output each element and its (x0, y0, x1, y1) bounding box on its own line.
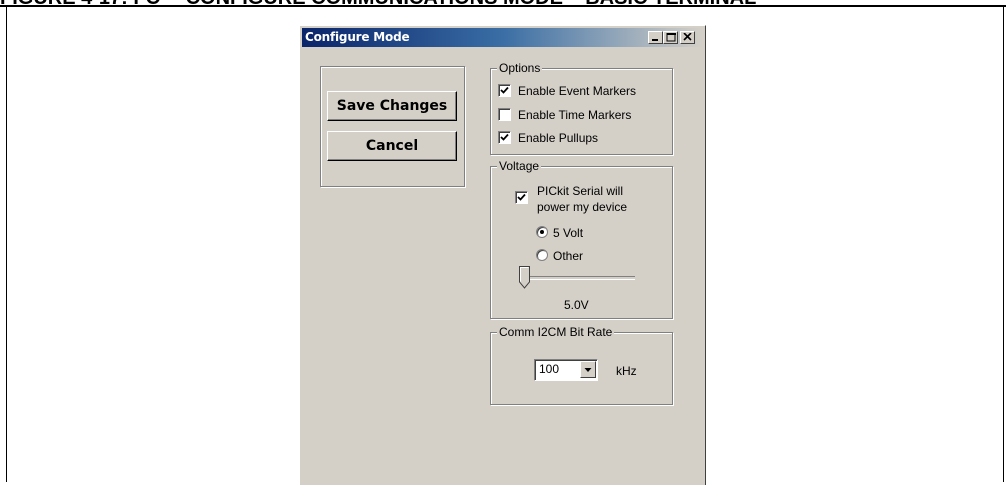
checkbox-box (498, 84, 511, 97)
bitrate-value: 100 (539, 362, 560, 376)
maximize-icon (666, 33, 676, 42)
checkbox-box (498, 131, 511, 144)
minimize-button[interactable] (648, 31, 663, 44)
save-changes-button[interactable]: Save Changes (327, 91, 457, 121)
options-group: Options Enable Event Markers Enable Time… (490, 61, 673, 155)
power-label-line1: PICkit Serial will (537, 184, 624, 198)
checkbox-label: Enable Pullups (518, 131, 599, 145)
checkbox-label: Enable Time Markers (518, 108, 632, 122)
bitrate-legend: Comm I2CM Bit Rate (497, 325, 615, 339)
checkbox-label: Enable Event Markers (518, 84, 637, 98)
checkbox-box (498, 108, 511, 121)
radio-label: 5 Volt (553, 226, 584, 240)
slider-track (521, 276, 635, 280)
chevron-down-icon (584, 368, 592, 372)
window-title: Configure Mode (305, 30, 410, 44)
voltage-value: 5.0V (564, 298, 589, 312)
check-icon (500, 133, 509, 141)
close-icon (683, 33, 692, 41)
check-icon (500, 86, 509, 94)
power-label-line2: power my device (537, 200, 628, 214)
bitrate-unit: kHz (616, 364, 637, 378)
maximize-button[interactable] (663, 31, 678, 44)
options-legend: Options (497, 61, 543, 75)
radio-label: Other (553, 249, 584, 263)
radio-circle (536, 226, 548, 238)
dropdown-button[interactable] (580, 361, 596, 378)
close-button[interactable] (680, 31, 695, 44)
title-bar[interactable]: Configure Mode (302, 28, 703, 47)
checkbox-box (515, 191, 528, 204)
bitrate-group: Comm I2CM Bit Rate 100 kHz (490, 325, 673, 405)
radio-circle (536, 249, 548, 261)
minimize-icon (652, 39, 658, 41)
actions-group: Save Changes Cancel (320, 66, 465, 187)
cancel-button[interactable]: Cancel (327, 131, 457, 161)
voltage-legend: Voltage (497, 159, 542, 173)
check-icon (517, 193, 526, 201)
slider-thumb[interactable] (519, 266, 531, 290)
radio-dot (540, 230, 544, 234)
bitrate-select[interactable]: 100 (534, 359, 598, 381)
voltage-group: Voltage PICkit Serial will power my devi… (490, 159, 673, 319)
configure-mode-window: Configure Mode Save Changes Cancel Optio… (299, 25, 706, 485)
voltage-slider[interactable] (519, 266, 639, 296)
